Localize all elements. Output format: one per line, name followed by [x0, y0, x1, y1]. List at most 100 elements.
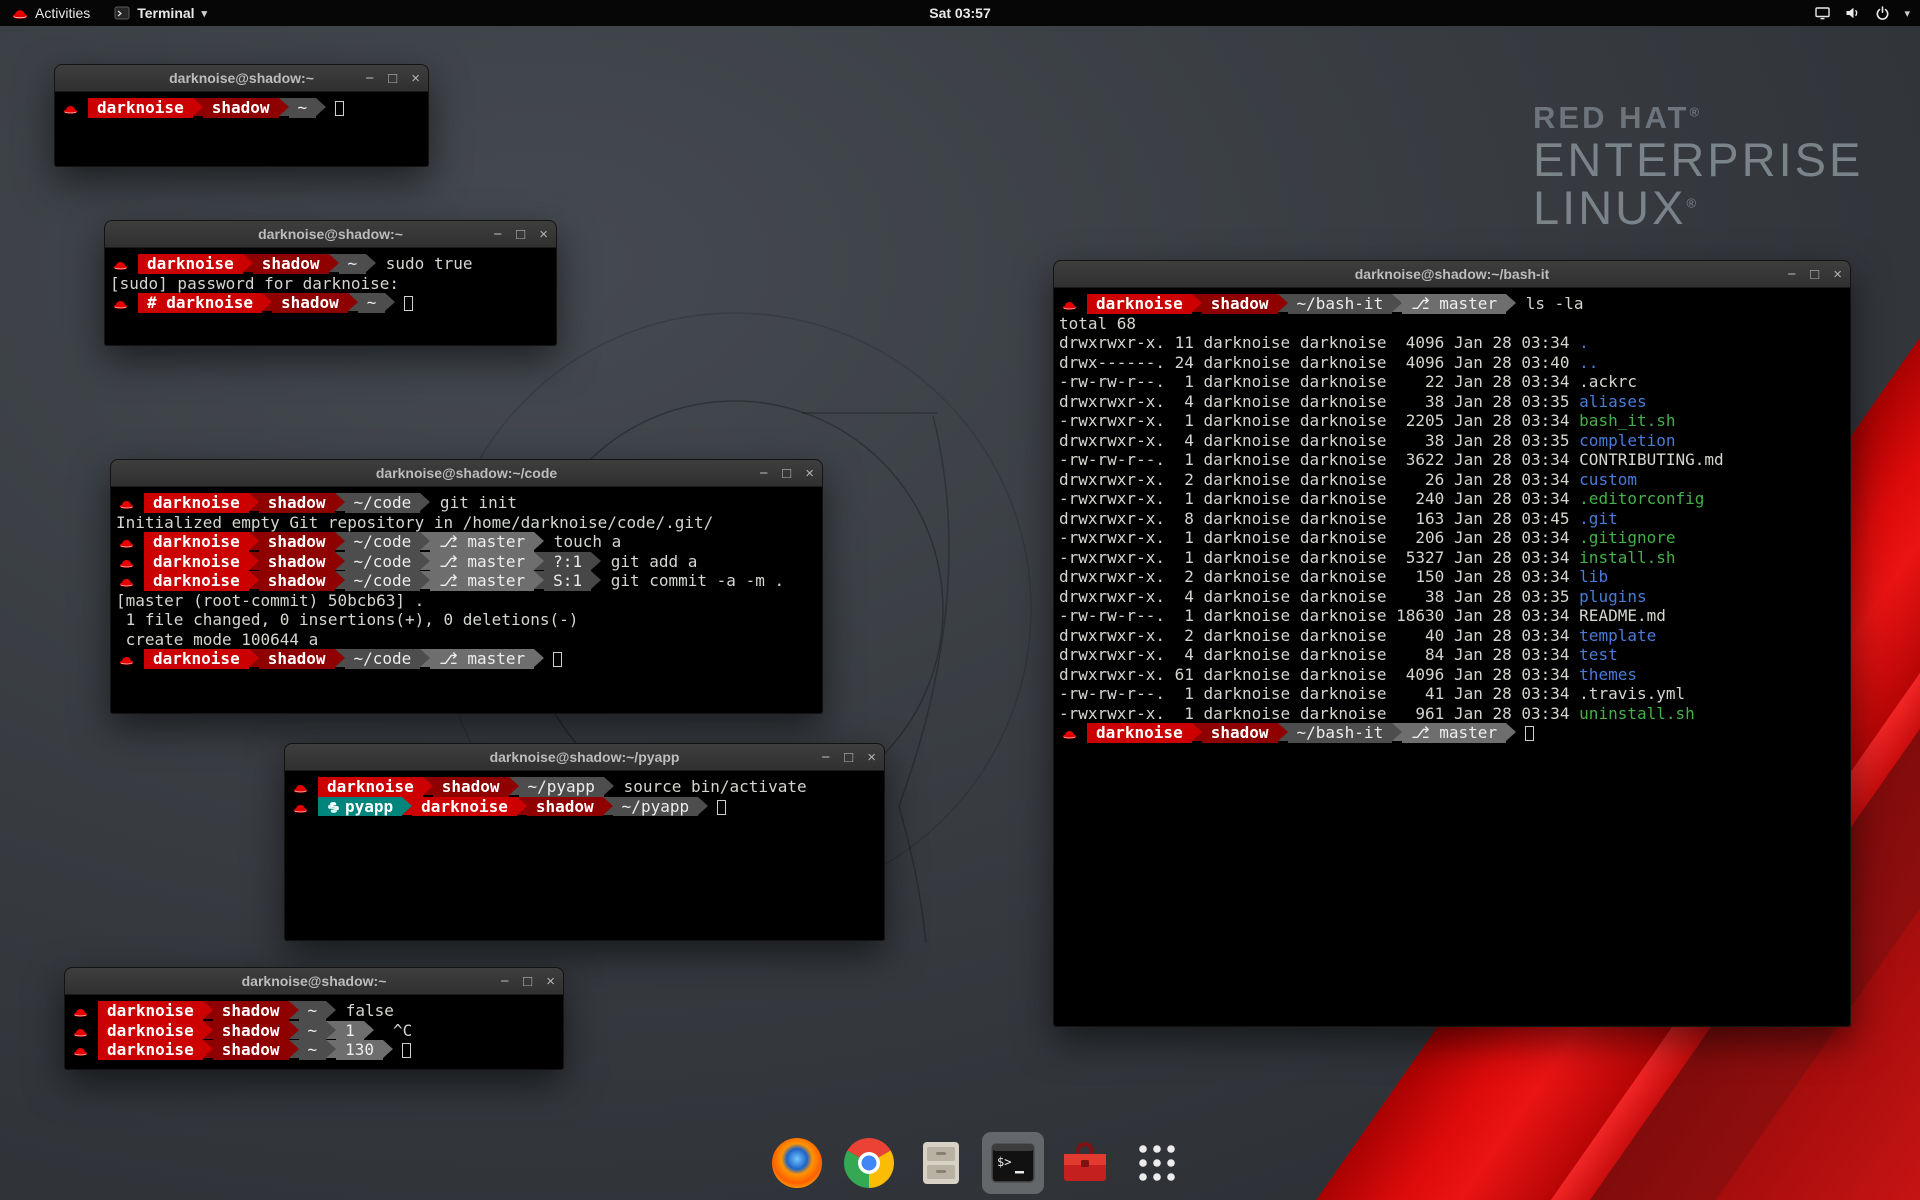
close-button[interactable]: ×: [1833, 267, 1842, 282]
prompt-segment-out: -rw-rw-r--. 1 darknoise darknoise 41 Jan…: [1059, 684, 1685, 704]
prompt-segment-out: -rwxrwxr-x. 1 darknoise darknoise 2205 J…: [1059, 411, 1579, 431]
maximize-button[interactable]: □: [782, 466, 791, 481]
powerline-separator: [249, 649, 259, 667]
minimize-button[interactable]: −: [493, 227, 502, 242]
window-titlebar[interactable]: darknoise@shadow:~/code − □ ×: [111, 460, 822, 487]
prompt-segment-gitstat: ?:1: [544, 552, 591, 572]
powerline-separator: [289, 1021, 299, 1039]
window-titlebar[interactable]: darknoise@shadow:~ − □ ×: [105, 221, 556, 248]
terminal-content[interactable]: darknoiseshadow~: [55, 92, 428, 166]
prompt-segment-hat: [70, 1021, 98, 1041]
prompt-segment-dir: .: [1579, 333, 1589, 353]
prompt-segment-exec: bash_it.sh: [1579, 411, 1675, 431]
prompt-segment-hat: [116, 649, 144, 669]
terminal-line: drwxrwxr-x. 2 darknoise darknoise 26 Jan…: [1059, 470, 1845, 490]
prompt-segment-path: ~/code: [345, 571, 421, 591]
prompt-segment-out: -rwxrwxr-x. 1 darknoise darknoise 206 Ja…: [1059, 528, 1579, 548]
prompt-segment-out: drwxrwxr-x. 61 darknoise darknoise 4096 …: [1059, 665, 1579, 685]
prompt-segment-out: [master (root-commit) 50bcb63] .: [116, 591, 424, 611]
terminal-content[interactable]: darknoiseshadow~ falsedarknoiseshadow~1 …: [65, 995, 563, 1069]
system-status-area[interactable]: ▾: [1814, 0, 1910, 26]
terminal-window-code: darknoise@shadow:~/code − □ × darknoises…: [110, 459, 823, 714]
volume-icon: [1844, 5, 1861, 21]
minimize-button[interactable]: −: [759, 466, 768, 481]
terminal-line: drwxrwxr-x. 8 darknoise darknoise 163 Ja…: [1059, 509, 1845, 529]
dock-software[interactable]: [1054, 1132, 1116, 1194]
dock-show-applications[interactable]: [1126, 1132, 1188, 1194]
maximize-button[interactable]: □: [516, 227, 525, 242]
prompt-segment-host: shadow: [259, 493, 335, 513]
minimize-button[interactable]: −: [500, 974, 509, 989]
terminal-line: drwxrwxr-x. 4 darknoise darknoise 84 Jan…: [1059, 645, 1845, 665]
terminal-window-home-1: darknoise@shadow:~ − □ × darknoiseshadow…: [54, 64, 429, 167]
files-icon: [914, 1136, 968, 1190]
window-title: darknoise@shadow:~/bash-it: [1054, 261, 1850, 288]
window-titlebar[interactable]: darknoise@shadow:~ − □ ×: [65, 968, 563, 995]
prompt-segment-out: -rwxrwxr-x. 1 darknoise darknoise 5327 J…: [1059, 548, 1579, 568]
window-titlebar[interactable]: darknoise@shadow:~/bash-it − □ ×: [1054, 261, 1850, 288]
terminal-content[interactable]: darknoiseshadow~ sudo true[sudo] passwor…: [105, 248, 556, 345]
powerline-separator: [423, 777, 433, 795]
clock[interactable]: Sat 03:57: [0, 5, 1920, 21]
prompt-segment-exit: 1: [336, 1021, 364, 1041]
prompt-segment-host: shadow: [213, 1021, 289, 1041]
powerline-separator: [249, 493, 259, 511]
redhat-icon: [119, 493, 134, 513]
close-button[interactable]: ×: [805, 466, 814, 481]
prompt-segment-user: darknoise: [144, 552, 249, 572]
maximize-button[interactable]: □: [844, 750, 853, 765]
close-button[interactable]: ×: [411, 71, 420, 86]
text-cursor: [553, 652, 562, 667]
close-button[interactable]: ×: [539, 227, 548, 242]
prompt-segment-dir: themes: [1579, 665, 1637, 685]
maximize-button[interactable]: □: [1810, 267, 1819, 282]
dock-chrome[interactable]: [838, 1132, 900, 1194]
maximize-button[interactable]: □: [388, 71, 397, 86]
powerline-separator: [348, 293, 358, 311]
registered-mark: ®: [1689, 105, 1702, 120]
terminal-line: darknoiseshadow~/code⎇ master touch a: [116, 532, 817, 552]
prompt-segment-out: -rw-rw-r--. 1 darknoise darknoise 22 Jan…: [1059, 372, 1637, 392]
powerline-separator: [534, 552, 544, 570]
python-icon: [327, 797, 340, 817]
prompt-segment-cmd: touch a: [544, 532, 621, 552]
powerline-separator: [1278, 723, 1288, 741]
dock-files[interactable]: [910, 1132, 972, 1194]
powerline-separator: [402, 797, 412, 815]
window-titlebar[interactable]: darknoise@shadow:~/pyapp − □ ×: [285, 744, 884, 771]
redhat-icon: [113, 254, 128, 274]
terminal-line: darknoiseshadow~/code⎇ master: [116, 649, 817, 669]
prompt-segment-cmd: false: [336, 1001, 394, 1021]
prompt-segment-user: darknoise: [1087, 294, 1192, 314]
minimize-button[interactable]: −: [821, 750, 830, 765]
terminal-content[interactable]: darknoiseshadow~/pyapp source bin/activa…: [285, 771, 884, 940]
terminal-line: create mode 100644 a: [116, 630, 817, 650]
dock-terminal[interactable]: $>: [982, 1132, 1044, 1194]
prompt-segment-hat: [70, 1001, 98, 1021]
powerline-separator: [383, 1040, 393, 1058]
prompt-segment-dir: custom: [1579, 470, 1637, 490]
terminal-content[interactable]: darknoiseshadow~/code git initInitialize…: [111, 487, 822, 713]
powerline-separator: [1278, 294, 1288, 312]
dock-firefox[interactable]: [766, 1132, 828, 1194]
prompt-segment-out: drwxrwxr-x. 8 darknoise darknoise 163 Ja…: [1059, 509, 1579, 529]
prompt-segment-hat: [70, 1040, 98, 1060]
prompt-segment-cmd: git commit -a -m .: [601, 571, 784, 591]
powerline-separator: [279, 98, 289, 116]
close-button[interactable]: ×: [867, 750, 876, 765]
prompt-segment-dir: plugins: [1579, 587, 1646, 607]
power-icon: [1874, 5, 1891, 21]
registered-mark: ®: [1686, 195, 1699, 210]
minimize-button[interactable]: −: [1787, 267, 1796, 282]
terminal-content[interactable]: darknoiseshadow~/bash-it⎇ master ls -lat…: [1054, 288, 1850, 1026]
text-cursor: [717, 800, 726, 815]
redhat-icon: [119, 649, 134, 669]
prompt-segment-user: darknoise: [98, 1021, 203, 1041]
minimize-button[interactable]: −: [365, 71, 374, 86]
terminal-line: drwx------. 24 darknoise darknoise 4096 …: [1059, 353, 1845, 373]
powerline-separator: [203, 1040, 213, 1058]
maximize-button[interactable]: □: [523, 974, 532, 989]
close-button[interactable]: ×: [546, 974, 555, 989]
text-cursor: [335, 101, 344, 116]
window-titlebar[interactable]: darknoise@shadow:~ − □ ×: [55, 65, 428, 92]
